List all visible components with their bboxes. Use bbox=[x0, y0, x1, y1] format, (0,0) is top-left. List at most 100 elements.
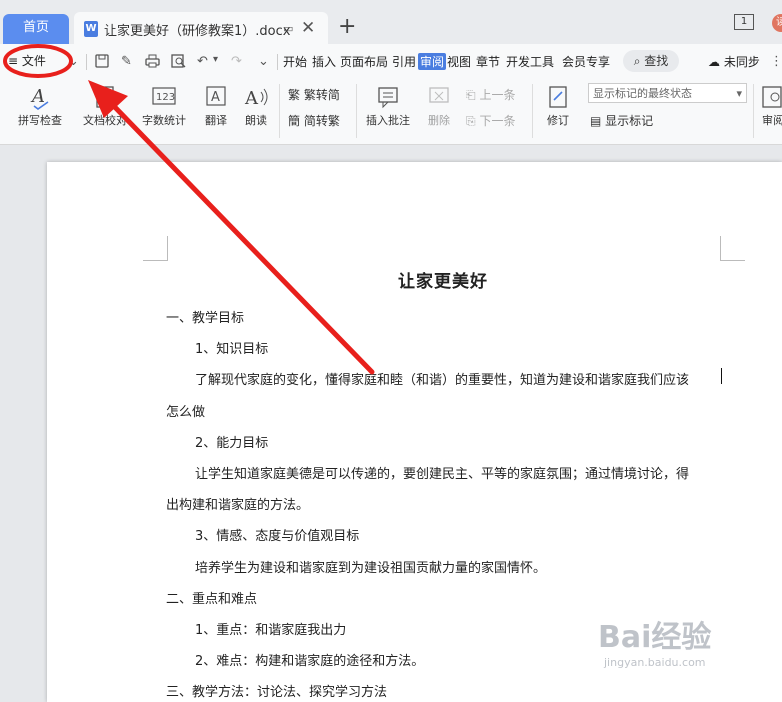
tab-insert[interactable]: 插入 bbox=[312, 53, 336, 70]
next-comment-button[interactable]: ⎘ 下一条 bbox=[466, 112, 515, 129]
doc-paragraph: 培养学生为建设和谐家庭到为建设祖国贡献力量的家国情怀。 bbox=[195, 561, 547, 576]
insert-comment-button[interactable]: 插入批注 bbox=[362, 84, 414, 128]
prev-icon: ⎗ bbox=[466, 88, 476, 102]
review-label: 审阅 bbox=[762, 114, 782, 127]
cloud-icon: ☁ bbox=[708, 55, 720, 69]
show-markup-label: 显示标记 bbox=[605, 114, 654, 128]
search-icon: ⌕ bbox=[633, 54, 641, 68]
more-icon[interactable]: ⋮ bbox=[770, 54, 782, 69]
svg-text:A: A bbox=[211, 90, 220, 105]
chevron-down-icon[interactable]: ⌄ bbox=[68, 54, 79, 69]
doc-paragraph-cont: 出构建和谐家庭的方法。 bbox=[166, 498, 310, 513]
trad-to-simp-button[interactable]: 繁 繁转简 bbox=[288, 86, 340, 103]
read-aloud-label: 朗读 bbox=[245, 114, 267, 127]
close-tab-icon[interactable]: ✕ bbox=[301, 18, 315, 38]
show-markup-button[interactable]: ▤ 显示标记 bbox=[590, 112, 653, 129]
spellcheck-button[interactable]: A 拼写检查 bbox=[10, 84, 70, 128]
monitor-icon[interactable]: ▭ bbox=[283, 22, 293, 35]
revise-icon bbox=[549, 86, 567, 108]
next-icon: ⎘ bbox=[466, 114, 476, 128]
margin-corner-tl bbox=[143, 236, 168, 261]
baidu-jingyan-watermark: Bai经验 jingyan.baidu.com bbox=[598, 604, 778, 684]
trad-to-simp-label: 繁转简 bbox=[303, 88, 340, 102]
text-cursor bbox=[721, 368, 722, 384]
translate-icon: A bbox=[206, 86, 226, 106]
doc-proof-button[interactable]: 文档校对 bbox=[78, 84, 132, 128]
delete-label: 删除 bbox=[428, 114, 450, 127]
svg-text:123: 123 bbox=[156, 92, 175, 103]
document-title: 让家更美好 bbox=[398, 272, 488, 292]
tab-bar: 首页 W 让家更美好（研修教案1）.docx ▭ ✕ + 1 读 bbox=[0, 0, 782, 44]
doc-heading-3: 三、教学方法：讨论法、探究学习方法 bbox=[166, 685, 388, 700]
watermark-brand: Bai经验 bbox=[598, 620, 712, 655]
file-menu-button[interactable]: ≡ 文件 bbox=[8, 52, 46, 69]
doc-list-item: 2、难点：构建和谐家庭的途径和方法。 bbox=[195, 654, 425, 669]
doc-heading-2: 二、重点和难点 bbox=[166, 592, 258, 607]
redo-icon[interactable]: ↷ bbox=[231, 54, 242, 69]
tab-developer[interactable]: 开发工具 bbox=[506, 53, 554, 70]
tab-view[interactable]: 视图 bbox=[447, 53, 471, 70]
doc-paragraph: 了解现代家庭的变化，懂得家庭和睦（和谐）的重要性，知道为建设和谐家庭我们应该 bbox=[195, 373, 690, 388]
undo-icon[interactable]: ↶ bbox=[197, 54, 208, 69]
prev-comment-button[interactable]: ⎗ 上一条 bbox=[466, 86, 515, 103]
quick-access-dropdown-icon[interactable]: ⌄ bbox=[258, 54, 269, 69]
translate-label: 翻译 bbox=[205, 114, 227, 127]
doc-list-item: 1、重点：和谐家庭我出力 bbox=[195, 623, 347, 638]
insert-comment-label: 插入批注 bbox=[366, 114, 410, 127]
chevron-down-icon: ▾ bbox=[736, 87, 742, 100]
markup-state-value: 显示标记的最终状态 bbox=[593, 87, 692, 100]
svg-text:A: A bbox=[244, 88, 259, 109]
spellcheck-label: 拼写检查 bbox=[18, 114, 62, 127]
print-preview-icon[interactable] bbox=[171, 54, 186, 72]
sync-label: 未同步 bbox=[723, 55, 760, 69]
avatar[interactable]: 读 bbox=[772, 14, 782, 32]
format-painter-icon[interactable]: ✎ bbox=[121, 54, 132, 69]
document-tab[interactable]: W 让家更美好（研修教案1）.docx ▭ ✕ bbox=[74, 12, 328, 44]
tab-start[interactable]: 开始 bbox=[283, 53, 307, 70]
read-aloud-button[interactable]: A 朗读 bbox=[240, 84, 272, 128]
translate-button[interactable]: A 翻译 bbox=[196, 84, 236, 128]
doc-proof-label: 文档校对 bbox=[83, 114, 127, 127]
tab-review[interactable]: 审阅 bbox=[418, 53, 447, 70]
review-ribbon: A 拼写检查 文档校对 123 字数统计 A 翻译 A 朗读 繁 繁转简 簡 简… bbox=[0, 80, 782, 145]
comment-icon bbox=[378, 87, 398, 109]
doc-heading-1: 一、教学目标 bbox=[166, 311, 245, 326]
simp-to-trad-label: 简转繁 bbox=[303, 114, 340, 128]
revise-button[interactable]: 修订 bbox=[538, 84, 578, 128]
trad-simp-icon: 繁 bbox=[288, 88, 301, 102]
print-icon[interactable] bbox=[145, 54, 160, 72]
next-label: 下一条 bbox=[479, 114, 516, 128]
sync-status[interactable]: ☁ 未同步 bbox=[708, 53, 760, 70]
home-tab[interactable]: 首页 bbox=[3, 14, 69, 44]
doc-subheading: 2、能力目标 bbox=[195, 436, 269, 451]
document-tab-title: 让家更美好（研修教案1）.docx bbox=[104, 24, 291, 39]
search-button[interactable]: ⌕ 查找 bbox=[623, 50, 679, 72]
markup-state-select[interactable]: 显示标记的最终状态 ▾ bbox=[588, 83, 747, 103]
tab-page-layout[interactable]: 页面布局 bbox=[340, 53, 388, 70]
margin-corner-tr bbox=[720, 236, 745, 261]
spellcheck-icon: A bbox=[30, 86, 49, 110]
word-count-button[interactable]: 123 字数统计 bbox=[138, 84, 190, 128]
save-icon[interactable] bbox=[95, 54, 109, 72]
speaker-icon: A bbox=[244, 88, 268, 109]
prev-label: 上一条 bbox=[479, 88, 516, 102]
window-count-icon[interactable]: 1 bbox=[734, 14, 754, 30]
word-count-icon: 123 bbox=[152, 87, 176, 105]
doc-proof-icon bbox=[96, 86, 114, 108]
word-doc-icon: W bbox=[84, 21, 98, 37]
new-tab-button[interactable]: + bbox=[338, 14, 356, 39]
tab-member[interactable]: 会员专享 bbox=[562, 53, 610, 70]
doc-subheading: 3、情感、态度与价值观目标 bbox=[195, 529, 360, 544]
doc-paragraph: 让学生知道家庭美德是可以传递的，要创建民主、平等的家庭氛围；通过情境讨论，得 bbox=[195, 467, 690, 482]
delete-comment-button[interactable]: 删除 bbox=[420, 84, 458, 128]
simp-trad-icon: 簡 bbox=[288, 114, 301, 128]
simp-to-trad-button[interactable]: 簡 简转繁 bbox=[288, 112, 340, 129]
tab-references[interactable]: 引用 bbox=[392, 53, 416, 70]
undo-dropdown-icon[interactable]: ▾ bbox=[213, 54, 218, 65]
tab-section[interactable]: 章节 bbox=[476, 53, 500, 70]
revise-label: 修订 bbox=[547, 114, 569, 127]
review-pane-button[interactable]: 审阅 bbox=[758, 84, 782, 128]
review-pane-icon bbox=[762, 86, 782, 108]
menu-bar: ≡ 文件 ⌄ ✎ ↶ ▾ ↷ ⌄ 开始 插入 页面布局 引用 审阅 视图 章节 … bbox=[0, 44, 782, 80]
delete-comment-icon bbox=[429, 87, 449, 103]
